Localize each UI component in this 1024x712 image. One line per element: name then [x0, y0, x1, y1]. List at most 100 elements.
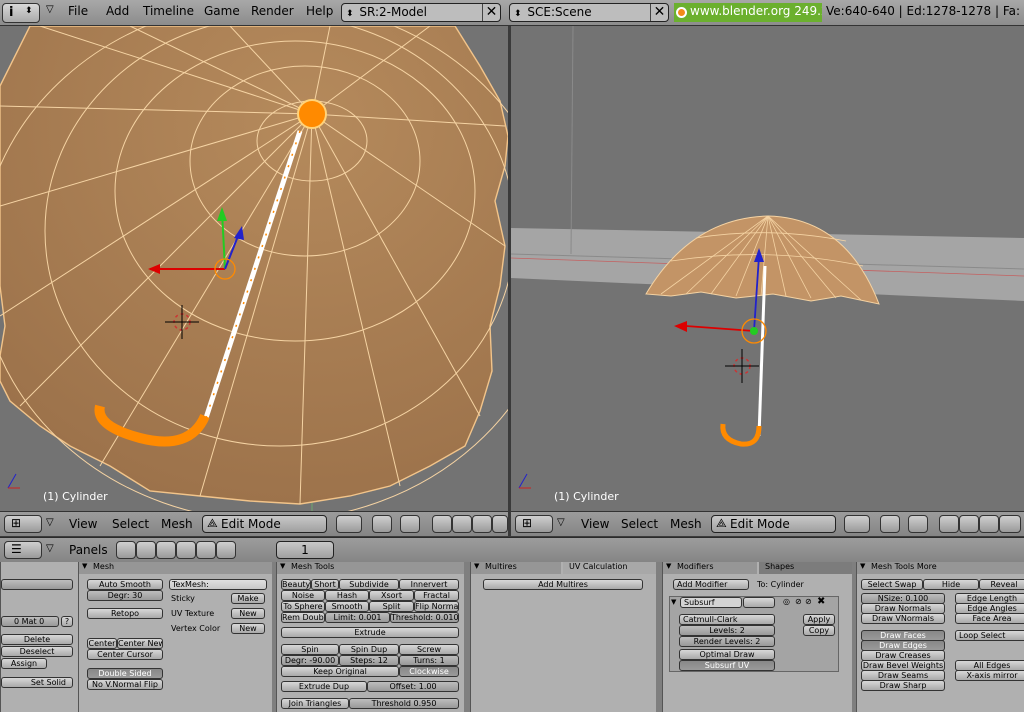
threshold-field[interactable]: Threshold: 0.010 [390, 612, 459, 623]
loop-select-toggle[interactable]: Loop Select [955, 630, 1024, 641]
draw-type-button[interactable] [844, 515, 870, 533]
material-index-field[interactable]: 0 Mat 0 [1, 616, 59, 627]
blender-version-link[interactable]: www.blender.org 249.2 [674, 3, 822, 22]
editing-context-icon[interactable] [196, 541, 216, 559]
object-context-icon[interactable] [176, 541, 196, 559]
xsort-button[interactable]: Xsort [369, 590, 414, 601]
3d-viewport-right[interactable]: (1) Cylinder [511, 26, 1024, 511]
hash-button[interactable]: Hash [325, 590, 369, 601]
scene-context-icon[interactable] [216, 541, 236, 559]
menu-timeline[interactable]: Timeline [143, 4, 194, 18]
limit-field[interactable]: Limit: 0.001 [325, 612, 390, 623]
scene-selector[interactable]: ⬍ SCE:Scene ✕ [509, 3, 669, 22]
hand-manipulator-icon[interactable] [939, 515, 959, 533]
uv-calculation-tab[interactable]: UV Calculation [563, 562, 656, 574]
extrude-button[interactable]: Extrude [281, 627, 459, 638]
menu-file[interactable]: File [68, 4, 88, 18]
view-menu[interactable]: View [69, 517, 97, 531]
face-area-toggle[interactable]: Face Area [955, 613, 1024, 624]
hand-manipulator-icon[interactable] [432, 515, 452, 533]
material-slots[interactable] [1, 579, 73, 590]
expand-modifier-icon[interactable]: ▼ [671, 598, 676, 606]
steps-field[interactable]: Steps: 12 [339, 655, 399, 666]
add-modifier-menu[interactable]: Add Modifier [673, 579, 749, 590]
clockwise-toggle[interactable]: Clockwise [399, 666, 459, 677]
screw-button[interactable]: Screw [399, 644, 459, 655]
subsurf-uv-toggle[interactable]: Subsurf UV [679, 660, 775, 671]
join-threshold-field[interactable]: Threshold 0.950 [349, 698, 459, 709]
menu-help[interactable]: Help [306, 4, 333, 18]
split-button[interactable]: Split [369, 601, 414, 612]
modifier-visibility-toggles[interactable] [743, 597, 775, 608]
short-toggle[interactable]: Short [311, 579, 339, 590]
remove-modifier-icon[interactable]: ✖ [817, 596, 825, 607]
menu-game[interactable]: Game [204, 4, 240, 18]
uv-texture-new-button[interactable]: New [231, 608, 265, 619]
optimal-draw-toggle[interactable]: Optimal Draw [679, 649, 775, 660]
scale-icon[interactable] [999, 515, 1021, 533]
innervert-button[interactable]: Innervert [399, 579, 459, 590]
view-menu[interactable]: View [581, 517, 609, 531]
translate-icon[interactable] [959, 515, 979, 533]
collapse-menu-icon[interactable]: ▽ [557, 517, 565, 528]
draw-sharp-toggle[interactable]: Draw Sharp [861, 680, 945, 691]
menu-add[interactable]: Add [106, 4, 129, 18]
sticky-make-button[interactable]: Make [231, 593, 265, 604]
spin-dup-button[interactable]: Spin Dup [339, 644, 399, 655]
shapes-tab[interactable]: Shapes [759, 562, 852, 574]
set-solid-button[interactable]: Set Solid [1, 677, 73, 688]
scale-icon[interactable] [492, 515, 508, 533]
offset-field[interactable]: Offset: 1.00 [367, 681, 459, 692]
render-levels-field[interactable]: Render Levels: 2 [679, 636, 775, 647]
assign-material-button[interactable]: Assign [1, 658, 47, 669]
frame-number-field[interactable]: 1 [276, 541, 334, 559]
umbrella-handle-right[interactable] [720, 423, 762, 447]
panels-menu[interactable]: Panels [69, 543, 108, 557]
retopo-toggle[interactable]: Retopo [87, 608, 163, 619]
center-button[interactable]: Center [87, 638, 117, 649]
fractal-button[interactable]: Fractal [414, 590, 459, 601]
vertex-color-new-button[interactable]: New [231, 623, 265, 634]
apply-modifier-button[interactable]: Apply [803, 614, 835, 625]
flip-normal-button[interactable]: Flip Normal [414, 601, 459, 612]
move-up-icon[interactable]: ⊘ [795, 597, 802, 606]
collapse-menu-icon[interactable]: ▽ [46, 517, 54, 528]
mesh-menu[interactable]: Mesh [670, 517, 702, 531]
no-vnormal-flip-toggle[interactable]: No V.Normal Flip [87, 679, 163, 690]
extrude-dup-button[interactable]: Extrude Dup [281, 681, 367, 692]
material-help-button[interactable]: ? [61, 616, 73, 627]
to-sphere-button[interactable]: To Sphere [281, 601, 325, 612]
translate-icon[interactable] [452, 515, 472, 533]
auto-smooth-toggle[interactable]: Auto Smooth [87, 579, 163, 590]
scene-name[interactable]: SCE:Scene [527, 5, 591, 19]
hide-button[interactable]: Hide [923, 579, 979, 590]
x-axis-mirror-toggle[interactable]: X-axis mirror [955, 670, 1024, 681]
double-sided-toggle[interactable]: Double Sided [87, 668, 163, 679]
x-axis-manipulator-right[interactable] [685, 325, 755, 332]
snap-button[interactable] [908, 515, 928, 533]
noise-button[interactable]: Noise [281, 590, 325, 601]
select-menu[interactable]: Select [621, 517, 658, 531]
shading-context-icon[interactable] [156, 541, 176, 559]
cage-icon[interactable]: ◎ [783, 597, 790, 606]
select-menu[interactable]: Select [112, 517, 149, 531]
reveal-button[interactable]: Reveal [979, 579, 1024, 590]
keep-original-toggle[interactable]: Keep Original [281, 666, 399, 677]
rotate-icon[interactable] [979, 515, 999, 533]
mode-selector[interactable]: ⟁ Edit Mode [202, 515, 327, 533]
viewport-canvas-left[interactable] [0, 26, 508, 511]
logic-context-icon[interactable] [116, 541, 136, 559]
scene-browse-icon[interactable]: ⬍ [514, 9, 522, 19]
editor-type-button[interactable]: ⊞ [515, 515, 553, 533]
smooth-button[interactable]: Smooth [325, 601, 369, 612]
multires-tab[interactable]: Multires [471, 562, 561, 574]
mesh-tools-more-title[interactable]: Mesh Tools More [857, 562, 1024, 574]
remove-doubles-button[interactable]: Rem Doubl [281, 612, 325, 623]
center-new-button[interactable]: Center New [117, 638, 163, 649]
viewport-canvas-right[interactable] [511, 26, 1024, 511]
editor-type-button[interactable]: ⊞ [4, 515, 42, 533]
smooth-degree-field[interactable]: Degr: 30 [87, 590, 163, 601]
pivot-button[interactable] [880, 515, 900, 533]
collapse-menu-icon[interactable]: ▽ [46, 4, 54, 15]
degree-field[interactable]: Degr: -90.00 [281, 655, 339, 666]
